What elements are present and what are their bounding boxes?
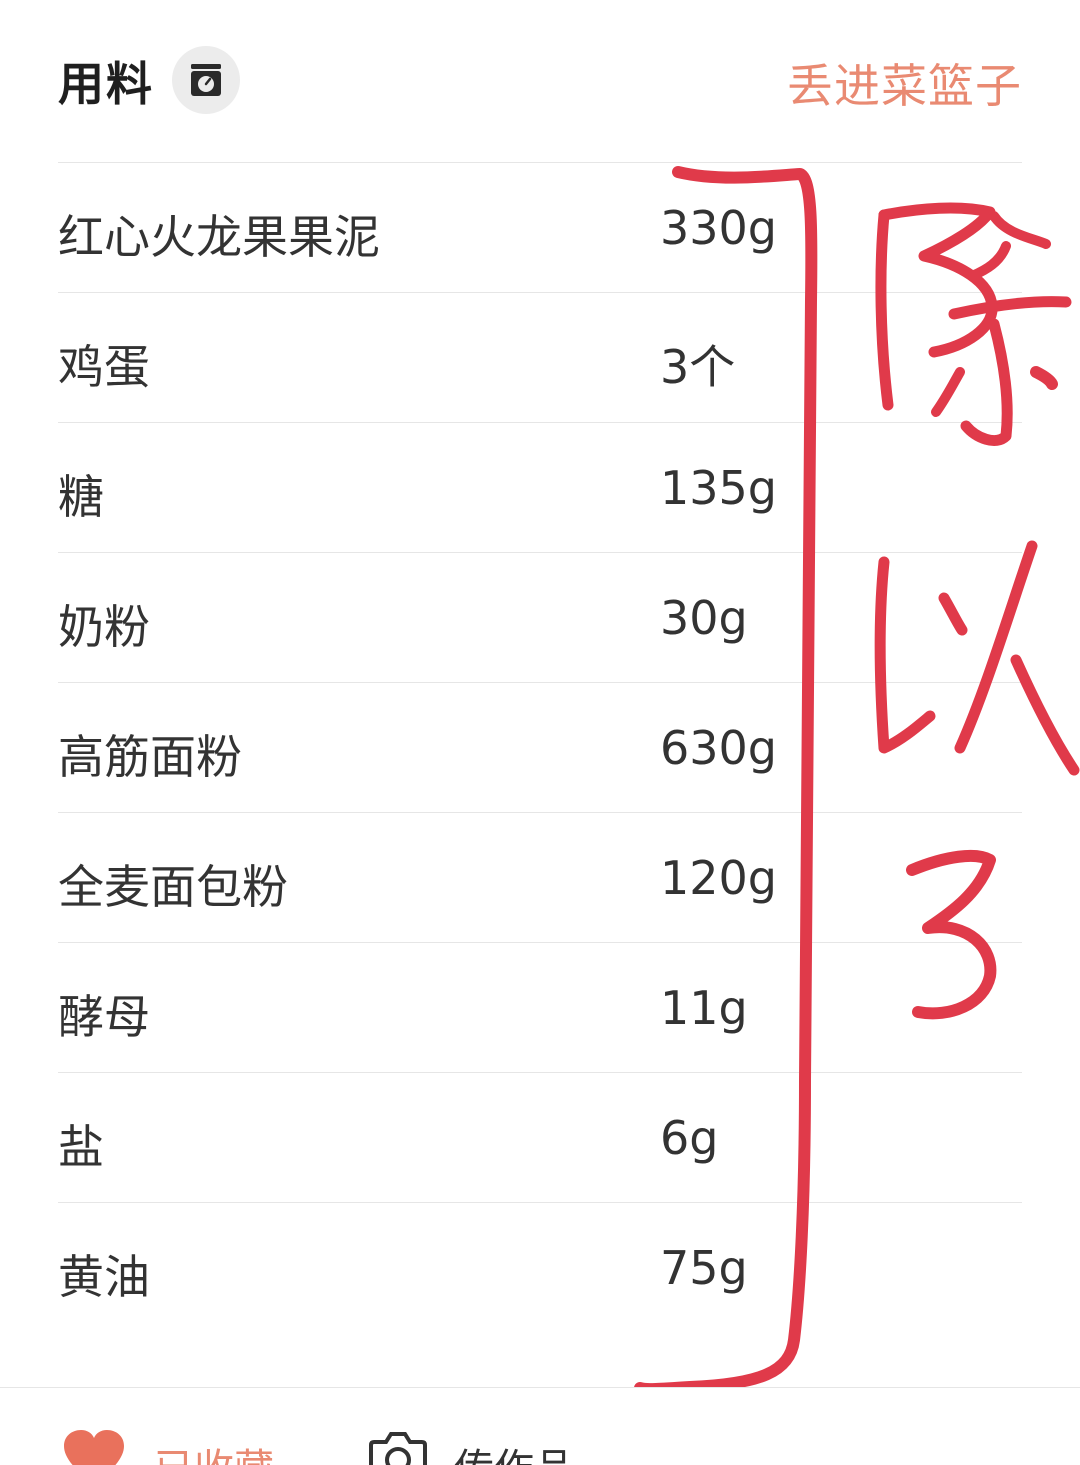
ingredient-name: 红心火龙果果泥 — [58, 210, 380, 264]
scale-button[interactable] — [172, 46, 240, 114]
ingredients-header: 用料 丢进菜篮子 — [58, 38, 1022, 122]
camera-icon — [369, 1432, 427, 1465]
ingredient-amount: 6g — [660, 1111, 719, 1165]
ingredient-amount: 330g — [660, 201, 777, 255]
ingredient-name: 酵母 — [58, 990, 150, 1044]
ingredient-amount: 75g — [660, 1241, 748, 1295]
ingredient-row: 全麦面包粉 120g — [58, 813, 1022, 943]
ingredient-name: 奶粉 — [58, 600, 150, 654]
ingredient-name: 全麦面包粉 — [58, 860, 288, 914]
ingredient-row: 糖 135g — [58, 423, 1022, 553]
upload-label: 传作品 — [454, 1436, 574, 1465]
ingredient-row: 高筋面粉 630g — [58, 683, 1022, 813]
ingredient-row: 鸡蛋 3个 — [58, 293, 1022, 423]
kitchen-scale-icon — [191, 64, 221, 96]
ingredient-name: 黄油 — [58, 1250, 150, 1304]
ingredient-row: 红心火龙果果泥 330g — [58, 163, 1022, 293]
ingredient-amount: 3个 — [660, 340, 736, 394]
ingredient-amount: 120g — [660, 851, 777, 905]
favorite-label: 已收藏 — [154, 1436, 274, 1465]
ingredient-name: 高筋面粉 — [58, 730, 242, 784]
ingredient-amount: 135g — [660, 461, 777, 515]
ingredient-name: 糖 — [58, 470, 104, 524]
ingredient-name: 鸡蛋 — [58, 340, 150, 394]
ingredient-name: 盐 — [58, 1120, 104, 1174]
ingredient-row: 盐 6g — [58, 1073, 1022, 1203]
heart-icon — [64, 1430, 124, 1465]
ingredient-row: 奶粉 30g — [58, 553, 1022, 683]
ingredient-amount: 630g — [660, 721, 777, 775]
ingredient-amount: 30g — [660, 591, 748, 645]
ingredient-row: 黄油 75g — [58, 1203, 1022, 1332]
ingredient-amount: 11g — [660, 981, 748, 1035]
ingredient-list: 红心火龙果果泥 330g 鸡蛋 3个 糖 135g 奶粉 30g 高筋面粉 63… — [58, 162, 1022, 1332]
ingredient-row: 酵母 11g — [58, 943, 1022, 1073]
section-title: 用料 — [58, 57, 154, 111]
add-to-basket-link[interactable]: 丢进菜篮子 — [787, 50, 1022, 116]
bottom-action-bar: 已收藏 传作品 — [0, 1387, 1080, 1465]
